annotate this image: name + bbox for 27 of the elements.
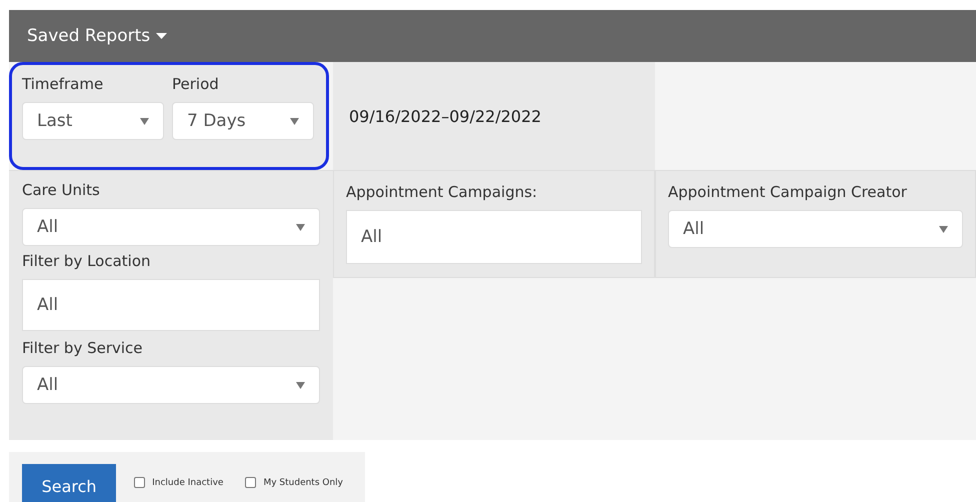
dropdown-arrow-icon: [140, 118, 149, 124]
dropdown[interactable]: All: [22, 208, 320, 246]
dropdown[interactable]: 7 Days: [172, 102, 314, 140]
dropdown-arrow-icon: [296, 382, 305, 388]
field-label: Period: [172, 75, 220, 93]
field-label: Appointment Campaigns:: [346, 183, 538, 201]
dropdown[interactable]: All: [668, 210, 963, 248]
search-button[interactable]: Search: [22, 464, 116, 502]
dropdown[interactable]: Last: [22, 102, 164, 140]
input-field[interactable]: All: [22, 279, 320, 331]
saved-reports-menu[interactable]: Saved Reports: [27, 26, 168, 46]
dropdown[interactable]: All: [22, 366, 320, 404]
field-label: Filter by Location: [22, 252, 152, 270]
checkbox-label: Include Inactive: [152, 478, 224, 488]
field-label: Care Units: [22, 181, 101, 199]
field-label: Appointment Campaign Creator: [668, 183, 908, 201]
checkbox-label: My Students Only: [263, 478, 343, 488]
dropdown-arrow-icon: [290, 118, 299, 124]
field-label: Filter by Service: [22, 339, 144, 357]
date-range-text: 09/16/2022–09/22/2022: [349, 106, 542, 126]
checkbox[interactable]: [134, 477, 146, 488]
dropdown-arrow-icon: [939, 226, 948, 232]
caret-icon: [156, 33, 168, 39]
field-label: Timeframe: [22, 75, 104, 93]
input-field[interactable]: All: [346, 210, 642, 264]
dropdown-arrow-icon: [296, 224, 305, 230]
checkbox[interactable]: [245, 477, 256, 488]
